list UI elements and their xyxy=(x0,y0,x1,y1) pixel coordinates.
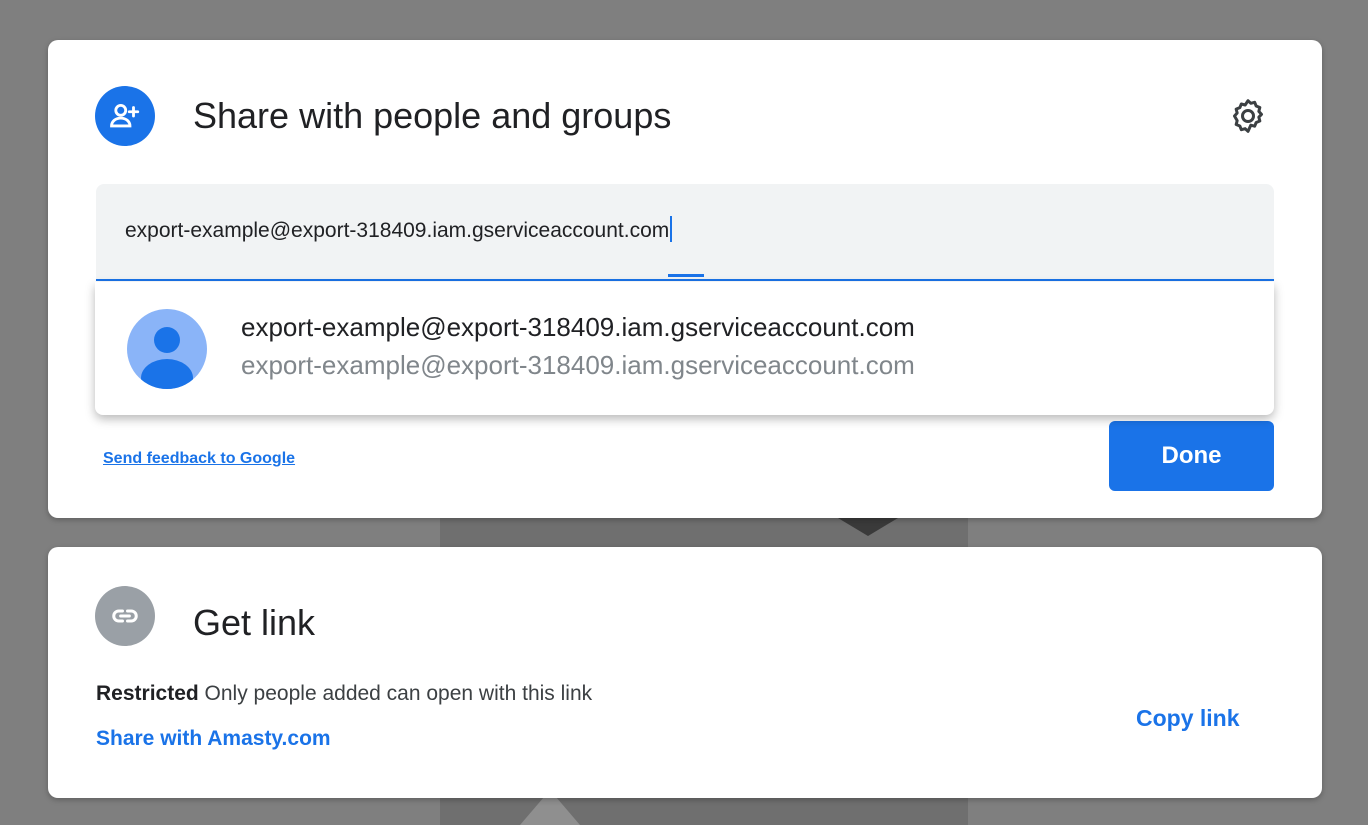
autocomplete-suggestion[interactable]: export-example@export-318409.iam.gservic… xyxy=(95,282,1274,415)
suggestion-email: export-example@export-318409.iam.gservic… xyxy=(241,350,915,380)
person-add-icon xyxy=(95,86,155,146)
access-level-description: Only people added can open with this lin… xyxy=(204,682,593,705)
input-value: export-example@export-318409.iam.gservic… xyxy=(125,219,670,242)
focus-indicator xyxy=(668,274,704,277)
dialog-title: Share with people and groups xyxy=(193,95,672,136)
done-button[interactable]: Done xyxy=(1109,421,1274,491)
share-dialog: Share with people and groups export-exam… xyxy=(48,40,1322,518)
share-domain-link[interactable]: Share with Amasty.com xyxy=(96,727,331,751)
access-description: Restricted Only people added can open wi… xyxy=(96,682,592,706)
background-shape xyxy=(838,518,898,536)
send-feedback-link[interactable]: Send feedback to Google xyxy=(103,450,295,468)
suggestion-name: export-example@export-318409.iam.gservic… xyxy=(241,312,915,342)
get-link-dialog: Get link Restricted Only people added ca… xyxy=(48,547,1322,798)
text-caret xyxy=(670,216,673,242)
avatar-icon xyxy=(127,309,207,389)
copy-link-button[interactable]: Copy link xyxy=(1136,705,1240,732)
gear-icon[interactable] xyxy=(1228,96,1268,136)
dialog-title: Get link xyxy=(193,602,316,643)
share-email-input[interactable]: export-example@export-318409.iam.gservic… xyxy=(96,184,1274,281)
link-icon xyxy=(95,586,155,646)
access-level-label[interactable]: Restricted xyxy=(96,682,199,705)
